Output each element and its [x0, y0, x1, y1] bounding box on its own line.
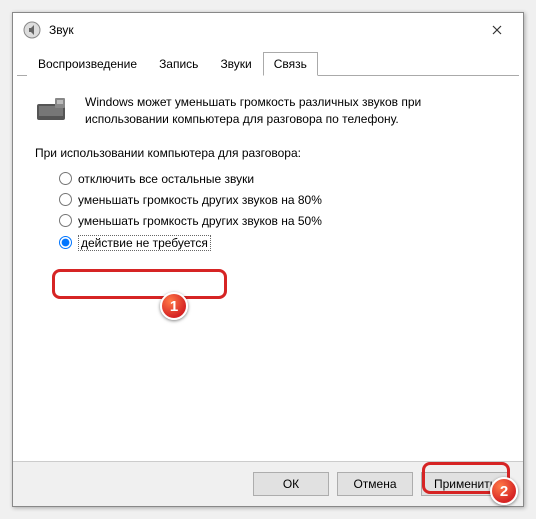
tab-playback[interactable]: Воспроизведение: [27, 52, 148, 76]
radio-reduce50-input[interactable]: [59, 214, 72, 227]
ok-button[interactable]: ОК: [253, 472, 329, 496]
close-button[interactable]: [477, 16, 517, 44]
radio-group: отключить все остальные звуки уменьшать …: [35, 172, 501, 251]
radio-mute-label: отключить все остальные звуки: [78, 172, 254, 186]
sound-icon: [23, 21, 41, 39]
tab-content: Windows может уменьшать громкость различ…: [13, 76, 523, 461]
radio-reduce-80[interactable]: уменьшать громкость других звуков на 80%: [59, 193, 501, 207]
subheading: При использовании компьютера для разгово…: [35, 146, 501, 160]
info-text: Windows может уменьшать громкость различ…: [85, 94, 501, 128]
radio-no-action[interactable]: действие не требуется: [59, 235, 501, 251]
tab-sounds[interactable]: Звуки: [209, 52, 262, 76]
tab-communications[interactable]: Связь: [263, 52, 318, 76]
radio-mute-all[interactable]: отключить все остальные звуки: [59, 172, 501, 186]
radio-reduce80-input[interactable]: [59, 193, 72, 206]
radio-mute-input[interactable]: [59, 172, 72, 185]
cancel-button[interactable]: Отмена: [337, 472, 413, 496]
radio-none-input[interactable]: [59, 236, 72, 249]
radio-reduce50-label: уменьшать громкость других звуков на 50%: [78, 214, 322, 228]
radio-none-label: действие не требуется: [78, 235, 211, 251]
tab-recording[interactable]: Запись: [148, 52, 209, 76]
phone-icon: [35, 94, 71, 126]
close-icon: [492, 25, 502, 35]
window-title: Звук: [49, 23, 477, 37]
callout-badge-1: 1: [160, 292, 188, 320]
radio-reduce80-label: уменьшать громкость других звуков на 80%: [78, 193, 322, 207]
dialog-footer: ОК Отмена Применить: [13, 461, 523, 506]
radio-reduce-50[interactable]: уменьшать громкость других звуков на 50%: [59, 214, 501, 228]
titlebar: Звук: [13, 13, 523, 47]
sound-dialog: Звук Воспроизведение Запись Звуки Связь …: [12, 12, 524, 507]
callout-badge-2: 2: [490, 477, 518, 505]
tab-strip: Воспроизведение Запись Звуки Связь: [17, 47, 519, 76]
